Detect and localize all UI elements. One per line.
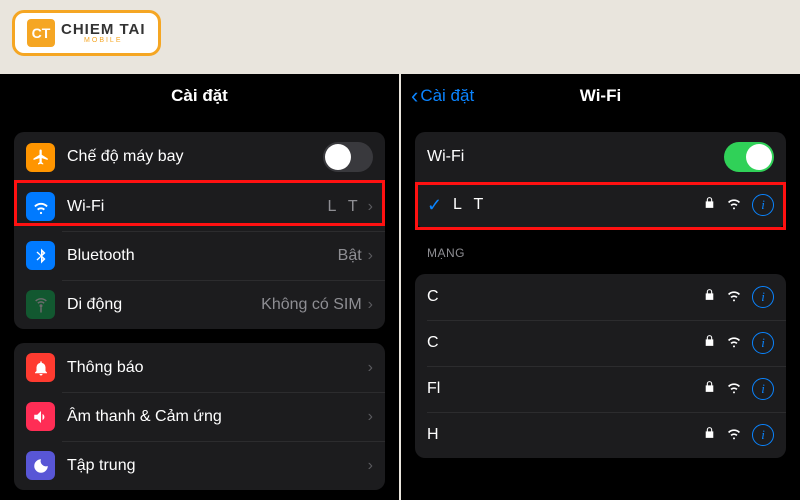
- network-name: C: [427, 288, 703, 306]
- settings-panel: Cài đặt Chế độ máy bay Wi-Fi L T ›: [0, 74, 399, 500]
- chevron-right-icon: ›: [368, 247, 373, 265]
- logo-badge: CT: [27, 19, 55, 47]
- wifi-toggle-group: Wi-Fi ✓ L T i: [415, 132, 786, 228]
- row-label: Tập trung: [67, 457, 368, 475]
- row-label: Bluetooth: [67, 247, 338, 265]
- logo-sub-text: MOBILE: [61, 37, 146, 44]
- network-name: H: [427, 426, 703, 444]
- info-icon[interactable]: i: [752, 286, 774, 308]
- row-label: Thông báo: [67, 359, 368, 377]
- bell-icon: [26, 353, 55, 382]
- nav-header: ‹ Cài đặt Wi-Fi: [401, 74, 800, 118]
- logo-main-text: CHIEM TAI: [61, 22, 146, 37]
- wifi-toggle[interactable]: [724, 142, 774, 172]
- brand-logo: CT CHIEM TAI MOBILE: [12, 10, 161, 56]
- settings-group-general: Thông báo › Âm thanh & Cảm ứng › Tập tru…: [14, 343, 385, 490]
- airplane-toggle[interactable]: [323, 142, 373, 172]
- nav-header: Cài đặt: [0, 74, 399, 118]
- lock-icon: [703, 380, 716, 398]
- row-label: Di động: [67, 296, 261, 314]
- back-button[interactable]: ‹ Cài đặt: [411, 85, 474, 107]
- wifi-icon: [26, 192, 55, 221]
- antenna-icon: [26, 290, 55, 319]
- wifi-signal-icon: [726, 287, 742, 308]
- chevron-right-icon: ›: [368, 457, 373, 475]
- row-network[interactable]: Ci: [415, 320, 786, 366]
- lock-icon: [703, 426, 716, 444]
- row-label: Chế độ máy bay: [67, 148, 323, 166]
- row-wifi-toggle[interactable]: Wi-Fi: [415, 132, 786, 182]
- back-label: Cài đặt: [420, 86, 474, 106]
- moon-icon: [26, 451, 55, 480]
- row-focus[interactable]: Tập trung ›: [14, 441, 385, 490]
- settings-group-connectivity: Chế độ máy bay Wi-Fi L T › Bluetooth Bật…: [14, 132, 385, 329]
- chevron-right-icon: ›: [368, 198, 373, 216]
- row-label: Âm thanh & Cảm ứng: [67, 408, 368, 426]
- row-label: Wi-Fi: [427, 148, 724, 166]
- network-name: C: [427, 334, 703, 352]
- network-name: L T: [453, 196, 703, 214]
- row-detail: Bật: [338, 247, 362, 265]
- wifi-signal-icon: [726, 195, 742, 216]
- page-title: Wi-Fi: [580, 86, 621, 106]
- row-bluetooth[interactable]: Bluetooth Bật ›: [14, 231, 385, 280]
- wifi-signal-icon: [726, 425, 742, 446]
- page-title: Cài đặt: [171, 86, 228, 106]
- airplane-icon: [26, 143, 55, 172]
- chevron-right-icon: ›: [368, 296, 373, 314]
- info-icon[interactable]: i: [752, 194, 774, 216]
- row-sound[interactable]: Âm thanh & Cảm ứng ›: [14, 392, 385, 441]
- speaker-icon: [26, 402, 55, 431]
- wifi-signal-icon: [726, 333, 742, 354]
- wifi-panel: ‹ Cài đặt Wi-Fi Wi-Fi ✓ L T i MẠNG Ci: [399, 74, 800, 500]
- wifi-signal-icon: [726, 379, 742, 400]
- row-notifications[interactable]: Thông báo ›: [14, 343, 385, 392]
- row-detail: Không có SIM: [261, 296, 362, 314]
- lock-icon: [703, 288, 716, 306]
- row-connected-network[interactable]: ✓ L T i: [415, 182, 786, 228]
- row-network[interactable]: Ci: [415, 274, 786, 320]
- section-header: MẠNG: [427, 246, 774, 260]
- row-airplane-mode[interactable]: Chế độ máy bay: [14, 132, 385, 182]
- chevron-right-icon: ›: [368, 408, 373, 426]
- info-icon[interactable]: i: [752, 332, 774, 354]
- row-label: Wi-Fi: [67, 198, 327, 216]
- bluetooth-icon: [26, 241, 55, 270]
- row-mobile-data[interactable]: Di động Không có SIM ›: [14, 280, 385, 329]
- lock-icon: [703, 196, 716, 214]
- row-network[interactable]: Hi: [415, 412, 786, 458]
- info-icon[interactable]: i: [752, 378, 774, 400]
- row-network[interactable]: Fl i: [415, 366, 786, 412]
- row-detail: L T: [327, 198, 361, 216]
- lock-icon: [703, 334, 716, 352]
- info-icon[interactable]: i: [752, 424, 774, 446]
- wifi-networks-group: CiCiFliHi: [415, 274, 786, 458]
- checkmark-icon: ✓: [427, 195, 447, 216]
- network-name: Fl: [427, 380, 703, 398]
- chevron-right-icon: ›: [368, 359, 373, 377]
- row-wifi[interactable]: Wi-Fi L T ›: [14, 182, 385, 231]
- chevron-left-icon: ‹: [411, 85, 418, 107]
